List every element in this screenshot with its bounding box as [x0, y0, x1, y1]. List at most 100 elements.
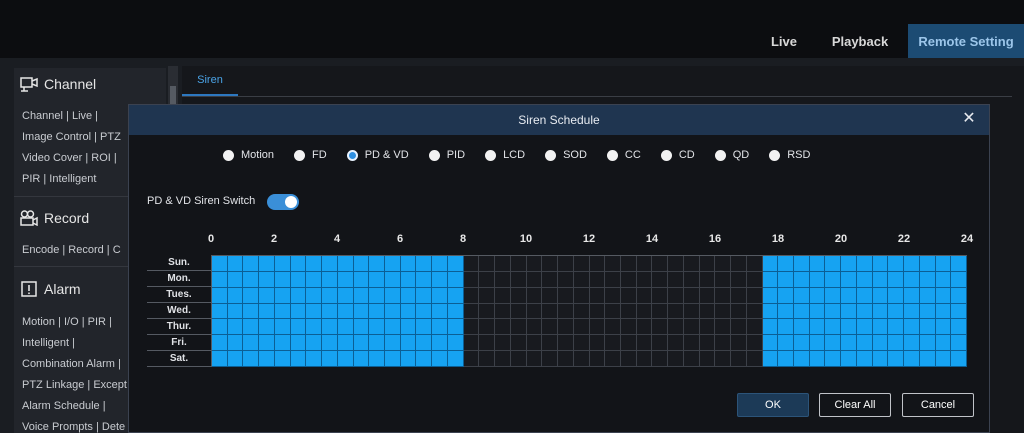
schedule-cell[interactable] [872, 271, 889, 288]
schedule-cell[interactable] [227, 303, 244, 320]
schedule-cell[interactable] [463, 271, 480, 288]
schedule-cell[interactable] [935, 287, 952, 304]
radio-option-qd[interactable]: QD [714, 149, 749, 161]
schedule-cell[interactable] [385, 287, 401, 304]
schedule-cell[interactable] [510, 351, 527, 367]
schedule-cell[interactable] [762, 351, 779, 367]
schedule-cell[interactable] [416, 287, 433, 304]
schedule-cell[interactable] [951, 303, 967, 320]
schedule-cell[interactable] [290, 351, 307, 367]
schedule-cell[interactable] [715, 335, 732, 352]
schedule-cell[interactable] [542, 287, 559, 304]
schedule-cell[interactable] [400, 271, 417, 288]
schedule-cell[interactable] [227, 271, 244, 288]
nav-playback[interactable]: Playback [820, 24, 900, 58]
schedule-cell[interactable] [385, 351, 401, 367]
schedule-cell[interactable] [432, 256, 448, 272]
schedule-cell[interactable] [793, 256, 810, 272]
radio-option-lcd[interactable]: LCD [485, 149, 525, 161]
sidebar-alarm-line-3[interactable]: Combination Alarm | [22, 358, 121, 370]
schedule-cell[interactable] [463, 319, 480, 336]
schedule-cell[interactable] [259, 271, 275, 288]
schedule-cell[interactable] [369, 256, 386, 272]
schedule-cell[interactable] [919, 335, 936, 352]
schedule-cell[interactable] [495, 256, 511, 272]
schedule-cell[interactable] [322, 351, 338, 367]
schedule-cell[interactable] [212, 303, 228, 320]
schedule-cell[interactable] [668, 256, 684, 272]
schedule-cell[interactable] [542, 335, 559, 352]
schedule-cell[interactable] [558, 256, 574, 272]
schedule-cell[interactable] [652, 335, 669, 352]
schedule-cell[interactable] [841, 335, 857, 352]
schedule-cell[interactable] [809, 256, 826, 272]
schedule-cell[interactable] [274, 256, 291, 272]
schedule-cell[interactable] [369, 319, 386, 336]
schedule-cell[interactable] [369, 303, 386, 320]
schedule-cell[interactable] [636, 351, 653, 367]
schedule-cell[interactable] [605, 351, 621, 367]
schedule-cell[interactable] [762, 256, 779, 272]
schedule-cell[interactable] [620, 351, 637, 367]
schedule-cell[interactable] [652, 271, 669, 288]
schedule-cell[interactable] [212, 256, 228, 272]
close-icon[interactable]: ✕ [961, 111, 977, 127]
schedule-cell[interactable] [589, 335, 606, 352]
schedule-cell[interactable] [416, 271, 433, 288]
schedule-cell[interactable] [809, 351, 826, 367]
schedule-cell[interactable] [400, 256, 417, 272]
schedule-cell[interactable] [778, 319, 794, 336]
schedule-cell[interactable] [715, 256, 732, 272]
schedule-cell[interactable] [699, 319, 716, 336]
schedule-cell[interactable] [888, 271, 905, 288]
sidebar-channel-line-1[interactable]: Channel | Live | [22, 110, 98, 122]
schedule-cell[interactable] [259, 287, 275, 304]
schedule-cell[interactable] [652, 303, 669, 320]
schedule-cell[interactable] [778, 335, 794, 352]
sidebar-section-channel[interactable]: Channel [20, 76, 96, 92]
schedule-cell[interactable] [243, 319, 260, 336]
schedule-cell[interactable] [274, 287, 291, 304]
schedule-cell[interactable] [589, 271, 606, 288]
schedule-cell[interactable] [683, 303, 700, 320]
schedule-cell[interactable] [668, 335, 684, 352]
schedule-cell[interactable] [746, 271, 763, 288]
schedule-cell[interactable] [526, 319, 543, 336]
schedule-cell[interactable] [888, 319, 905, 336]
schedule-cell[interactable] [935, 319, 952, 336]
schedule-cell[interactable] [353, 319, 370, 336]
schedule-cell[interactable] [856, 287, 873, 304]
schedule-cell[interactable] [746, 335, 763, 352]
schedule-cell[interactable] [510, 256, 527, 272]
schedule-cell[interactable] [841, 271, 857, 288]
schedule-cell[interactable] [290, 256, 307, 272]
schedule-cell[interactable] [919, 351, 936, 367]
schedule-cell[interactable] [589, 351, 606, 367]
schedule-cell[interactable] [731, 271, 747, 288]
schedule-cell[interactable] [652, 256, 669, 272]
radio-option-fd[interactable]: FD [294, 149, 327, 161]
schedule-cell[interactable] [558, 335, 574, 352]
schedule-cell[interactable] [731, 351, 747, 367]
schedule-cell[interactable] [259, 319, 275, 336]
schedule-cell[interactable] [510, 287, 527, 304]
schedule-cell[interactable] [274, 303, 291, 320]
sidebar-section-record[interactable]: Record [20, 210, 89, 227]
schedule-cell[interactable] [715, 303, 732, 320]
schedule-cell[interactable] [951, 271, 967, 288]
schedule-cell[interactable] [542, 303, 559, 320]
radio-option-sod[interactable]: SOD [545, 149, 587, 161]
radio-option-pd-vd[interactable]: PD & VD [346, 149, 409, 161]
schedule-cell[interactable] [306, 287, 323, 304]
schedule-cell[interactable] [416, 319, 433, 336]
schedule-cell[interactable] [212, 319, 228, 336]
schedule-cell[interactable] [919, 256, 936, 272]
schedule-cell[interactable] [620, 303, 637, 320]
sidebar-channel-line-2[interactable]: Image Control | PTZ [22, 131, 121, 143]
schedule-cell[interactable] [825, 335, 842, 352]
schedule-cell[interactable] [825, 271, 842, 288]
schedule-cell[interactable] [825, 287, 842, 304]
schedule-cell[interactable] [259, 335, 275, 352]
schedule-cell[interactable] [243, 335, 260, 352]
schedule-cell[interactable] [778, 303, 794, 320]
